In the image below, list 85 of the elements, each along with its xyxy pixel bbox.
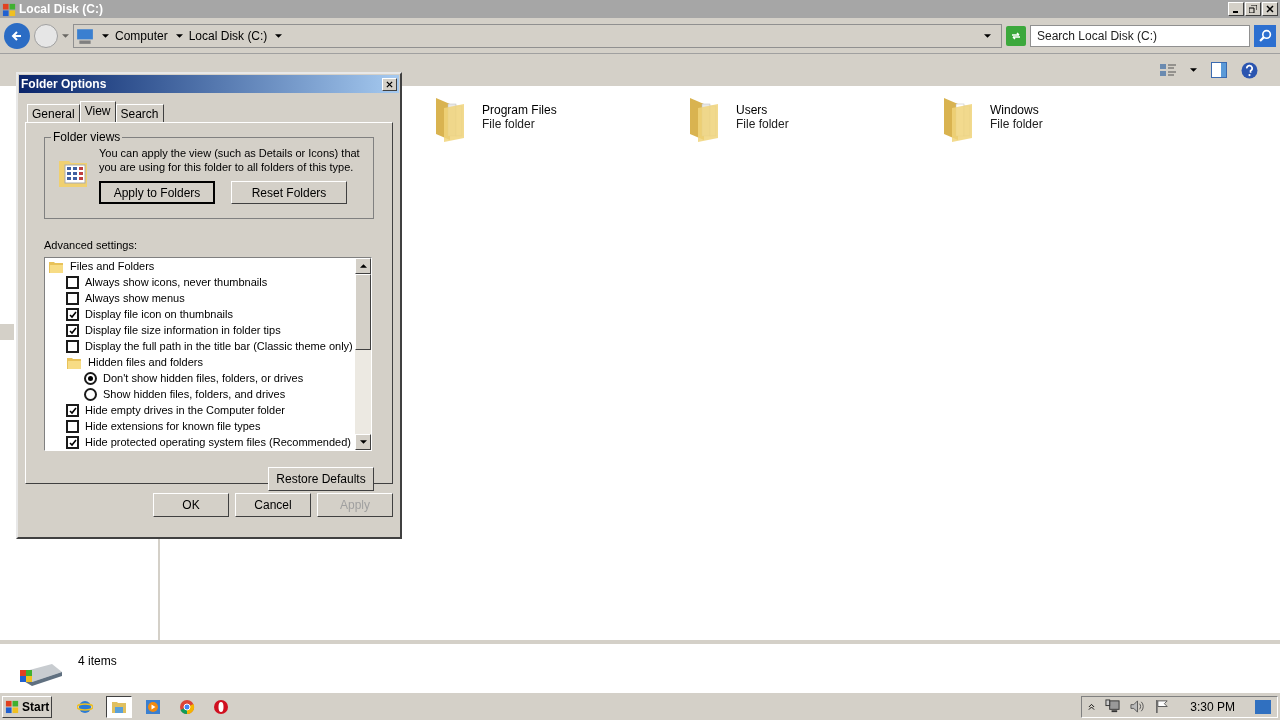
caret-icon — [175, 33, 183, 38]
clock[interactable]: 3:30 PM — [1190, 697, 1235, 716]
preview-pane-icon[interactable] — [1211, 62, 1227, 78]
taskbar-app-button[interactable] — [106, 695, 133, 718]
restore-button[interactable] — [1245, 2, 1261, 16]
play-icon — [145, 698, 162, 715]
breadcrumb-item[interactable]: Local Disk (C:) — [188, 26, 268, 45]
scrollbar[interactable] — [355, 257, 371, 450]
dialog-title: Folder Options — [21, 76, 107, 93]
setting-label: Don't show hidden files, folders, or drives — [103, 371, 304, 387]
close-button[interactable] — [382, 77, 397, 91]
advanced-settings-label: Advanced settings: — [44, 238, 138, 253]
setting-label: Always show menus — [85, 291, 185, 307]
caret-icon — [102, 33, 109, 38]
chrome-icon — [179, 698, 196, 715]
scroll-thumb — [0, 324, 14, 340]
scroll-down-icon — [359, 439, 367, 444]
opera-icon — [213, 698, 230, 715]
tab[interactable]: General — [27, 104, 80, 122]
chevron-up-icon[interactable] — [1088, 702, 1096, 711]
restore-defaults-button[interactable]: Restore Defaults — [268, 466, 374, 491]
folder-views-description: You can apply the view (such as Details or Icons) that you are using for this folder to all folders of this type. — [99, 146, 361, 174]
scroll-up-icon — [359, 263, 367, 268]
start-button[interactable]: Start — [2, 695, 53, 718]
setting-label: Hide extensions for known file types — [85, 419, 261, 435]
computer-icon — [2, 1, 17, 17]
computer-icon — [76, 26, 94, 45]
setting-label: Hide empty drives in the Computer folder — [85, 403, 285, 419]
setting-label: Display file icon on thumbnails — [85, 307, 233, 323]
caret-icon — [1190, 68, 1197, 72]
folder-name[interactable]: Windows — [990, 103, 1043, 117]
setting-label: Display the full path in the title bar (Classic theme only) — [85, 339, 353, 355]
network-icon[interactable] — [1105, 699, 1121, 714]
folder-type: File folder — [482, 117, 536, 131]
minimize-button[interactable] — [1228, 2, 1244, 16]
setting-label: Display file size information in folder tips — [85, 323, 281, 339]
back-button[interactable] — [4, 22, 30, 49]
radio-button[interactable] — [84, 388, 97, 401]
close-button[interactable] — [1262, 2, 1278, 16]
item-count: 4 items — [78, 653, 117, 670]
show-desktop-button[interactable] — [1255, 699, 1271, 714]
breadcrumb-item[interactable]: Computer — [115, 26, 168, 45]
folder-type: File folder — [736, 117, 789, 131]
speaker-icon[interactable] — [1130, 699, 1146, 714]
dialog-button[interactable]: OK — [153, 493, 229, 517]
checkbox[interactable] — [66, 324, 79, 337]
view-button[interactable]: Reset Folders — [231, 181, 347, 204]
restore-icon — [1249, 5, 1257, 13]
help-icon[interactable] — [1241, 61, 1258, 79]
checkbox[interactable] — [66, 404, 79, 417]
folder-name[interactable]: Program Files — [482, 103, 557, 117]
search-button[interactable] — [1254, 24, 1276, 47]
address-field[interactable]: Computer Local Disk (C:) — [73, 23, 1002, 48]
search-icon — [1258, 29, 1272, 42]
setting-label: Show hidden files, folders, and drives — [103, 387, 286, 403]
back-arrow-icon — [11, 29, 23, 42]
flag-icon[interactable] — [1155, 699, 1171, 714]
checkbox[interactable] — [66, 308, 79, 321]
folder-name[interactable]: Users — [736, 103, 789, 117]
setting-label: Always show icons, never thumbnails — [85, 275, 268, 291]
checkbox[interactable] — [66, 340, 79, 353]
setting-label: Hide protected operating system files (Recommended) — [85, 435, 351, 450]
folder-type: File folder — [990, 117, 1043, 131]
close-icon — [386, 80, 393, 88]
browser-icon — [77, 698, 94, 715]
radio-button[interactable] — [84, 372, 97, 385]
setting-label: Files and Folders — [70, 259, 155, 275]
refresh-icon — [1010, 29, 1022, 42]
close-icon — [1266, 5, 1274, 13]
search-field[interactable]: Search Local Disk (C:) — [1030, 24, 1250, 47]
window-title: Local Disk (C:) — [19, 1, 103, 18]
dialog-button[interactable]: Cancel — [235, 493, 311, 517]
windows-logo-icon — [5, 699, 20, 714]
tab[interactable]: View — [79, 101, 116, 122]
checkbox[interactable] — [66, 276, 79, 289]
caret-icon — [62, 33, 69, 38]
checkbox[interactable] — [66, 436, 79, 449]
setting-label: Hidden files and folders — [88, 355, 203, 371]
caret-icon — [984, 33, 991, 38]
caret-icon — [275, 33, 283, 38]
view-button[interactable]: Apply to Folders — [99, 181, 215, 204]
checkbox[interactable] — [66, 420, 79, 433]
tab[interactable]: Search — [115, 104, 164, 122]
checkbox[interactable] — [66, 292, 79, 305]
group-title: Folder views — [51, 130, 123, 144]
